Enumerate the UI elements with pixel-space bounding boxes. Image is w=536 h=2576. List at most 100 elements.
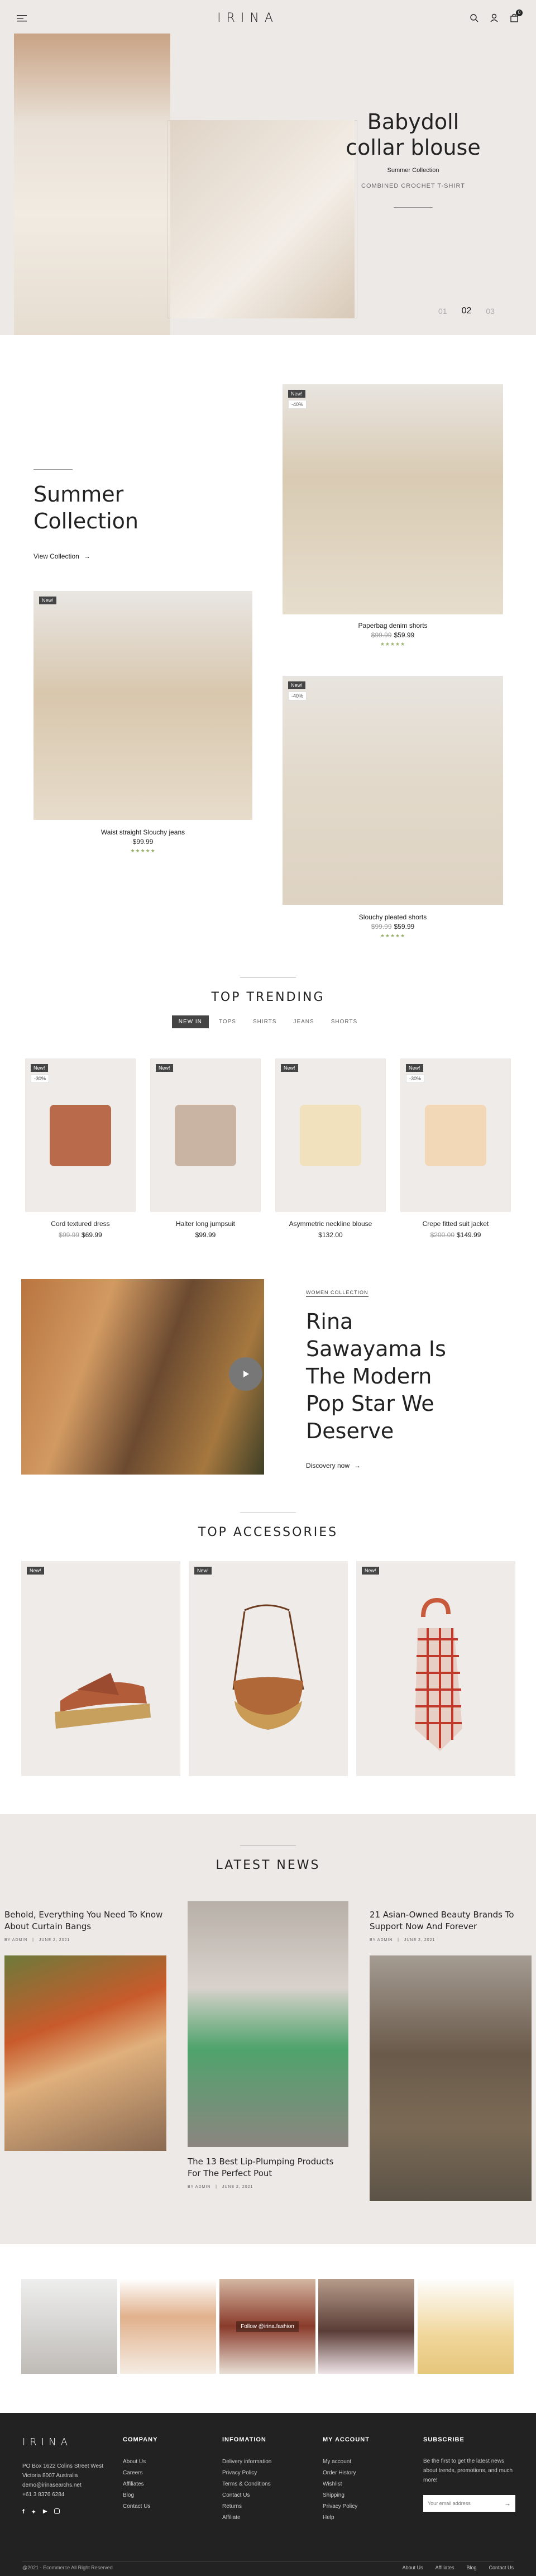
view-collection-link[interactable]: View Collection →: [34, 552, 138, 560]
play-button[interactable]: [229, 1357, 262, 1391]
arrow-right-icon: →: [354, 1462, 361, 1470]
news-post-title[interactable]: The 13 Best Lip-Plumping Products For Th…: [188, 2156, 348, 2179]
footer-bottom-link[interactable]: Blog: [466, 2565, 476, 2570]
footer-link[interactable]: Help: [323, 2512, 370, 2523]
footer-bottom-link[interactable]: Contact Us: [489, 2565, 514, 2570]
tab-tops[interactable]: TOPS: [212, 1015, 243, 1028]
footer-link[interactable]: Contact Us: [222, 2490, 271, 2501]
tab-shorts[interactable]: SHORTS: [324, 1015, 365, 1028]
accessory-card[interactable]: New!: [189, 1561, 348, 1776]
product-image[interactable]: New! -30%: [400, 1058, 511, 1212]
subscribe-email-input[interactable]: [428, 2501, 504, 2506]
arrow-right-icon: →: [83, 552, 90, 560]
footer-link[interactable]: Order History: [323, 2468, 370, 2479]
feature-title-line: The Modern: [306, 1364, 432, 1389]
feature-title-line: Sawayama Is: [306, 1337, 446, 1361]
pager-next[interactable]: 03: [486, 307, 495, 316]
product-image[interactable]: New! -30%: [25, 1058, 136, 1212]
news-post[interactable]: Behold, Everything You Need To Know Abou…: [4, 1909, 166, 2151]
footer-link[interactable]: My account: [323, 2456, 370, 2468]
youtube-icon[interactable]: ▶: [43, 2508, 47, 2516]
feature-title-line: Pop Star We: [306, 1391, 434, 1416]
product-image[interactable]: New!: [275, 1058, 386, 1212]
product-shape: [50, 1104, 111, 1166]
footer-link[interactable]: Contact Us: [123, 2501, 157, 2512]
footer-link[interactable]: Shipping: [323, 2490, 370, 2501]
footer-link[interactable]: Affiliates: [123, 2479, 157, 2490]
discovery-link[interactable]: Discovery now →: [306, 1462, 507, 1470]
product-title[interactable]: Slouchy pleated shorts: [283, 913, 503, 921]
news-post-title[interactable]: 21 Asian-Owned Beauty Brands To Support …: [370, 1909, 532, 1933]
discovery-link-label: Discovery now: [306, 1462, 350, 1470]
product-price: $99.99 $59.99: [283, 923, 503, 931]
footer-link[interactable]: Privacy Policy: [222, 2468, 271, 2479]
tab-jeans[interactable]: JEANS: [286, 1015, 320, 1028]
menu-icon[interactable]: [17, 13, 27, 23]
footer-link[interactable]: Careers: [123, 2468, 157, 2479]
product-title[interactable]: Crepe fitted suit jacket: [400, 1220, 511, 1228]
facebook-icon[interactable]: f: [22, 2508, 25, 2516]
product-shape: [175, 1104, 236, 1166]
product-card[interactable]: New! -30% Crepe fitted suit jacket $200.…: [400, 1058, 511, 1239]
accessory-card[interactable]: New!: [356, 1561, 515, 1776]
trending-tabs: NEW IN TOPS SHIRTS JEANS SHORTS: [0, 1015, 536, 1028]
footer-email[interactable]: demo@irinasearchs.net: [22, 2480, 117, 2490]
product-title[interactable]: Cord textured dress: [25, 1220, 136, 1228]
news-post-image[interactable]: [188, 1901, 348, 2147]
brand-logo[interactable]: IRINA: [217, 11, 279, 25]
footer-link[interactable]: Terms & Conditions: [222, 2479, 271, 2490]
accessories-title: TOP ACCESSORIES: [198, 1525, 338, 1539]
rating-stars: ★★★★★: [130, 848, 156, 853]
twitter-icon[interactable]: ✦: [31, 2508, 36, 2516]
footer-logo[interactable]: IRINA: [22, 2436, 117, 2448]
footer-heading: MY ACCOUNT: [323, 2436, 370, 2443]
summer-heading-line1: Summer: [34, 482, 124, 507]
footer-bottom-link[interactable]: Affiliates: [436, 2565, 454, 2570]
product-card-image[interactable]: New!: [34, 591, 252, 820]
news-post-title[interactable]: Behold, Everything You Need To Know Abou…: [4, 1909, 166, 1933]
instagram-photo[interactable]: [21, 2279, 117, 2374]
send-arrow-icon[interactable]: →: [504, 2499, 511, 2507]
footer-link[interactable]: About Us: [123, 2456, 157, 2468]
footer-bottom-link[interactable]: About Us: [403, 2565, 423, 2570]
accessory-card[interactable]: New!: [21, 1561, 180, 1776]
news-date: JUNE 2, 2021: [39, 1938, 70, 1942]
product-card-image[interactable]: New! -40%: [283, 676, 503, 905]
old-price: $99.99: [371, 631, 392, 639]
product-title[interactable]: Paperbag denim shorts: [283, 622, 503, 629]
discount-badge: -40%: [288, 691, 307, 700]
tab-shirts[interactable]: SHIRTS: [246, 1015, 284, 1028]
tab-new-in[interactable]: NEW IN: [171, 1015, 209, 1028]
product-card-image[interactable]: New! -40%: [283, 384, 503, 614]
product-card[interactable]: New! -30% Cord textured dress $99.99 $69.…: [25, 1058, 136, 1239]
footer-link[interactable]: Returns: [222, 2501, 271, 2512]
pager-prev[interactable]: 01: [438, 307, 447, 316]
news-post[interactable]: 21 Asian-Owned Beauty Brands To Support …: [370, 1909, 532, 2201]
search-icon[interactable]: [469, 13, 479, 23]
product-card[interactable]: New! Halter long jumpsuit $99.99: [150, 1058, 261, 1239]
instagram-photo[interactable]: [318, 2279, 414, 2374]
footer-link[interactable]: Privacy Policy: [323, 2501, 370, 2512]
footer-link[interactable]: Blog: [123, 2490, 157, 2501]
footer-link[interactable]: Delivery information: [222, 2456, 271, 2468]
product-image[interactable]: New!: [150, 1058, 261, 1212]
news-post-image[interactable]: [4, 1955, 166, 2151]
user-icon[interactable]: [489, 13, 499, 23]
footer-link[interactable]: Affiliate: [222, 2512, 271, 2523]
instagram-photo[interactable]: Follow @irina.fashion: [219, 2279, 315, 2374]
product-title[interactable]: Halter long jumpsuit: [150, 1220, 261, 1228]
footer-link[interactable]: Wishlist: [323, 2479, 370, 2490]
bag-icon[interactable]: 0: [509, 9, 523, 23]
feature-title-line: Deserve: [306, 1419, 394, 1443]
footer-phone[interactable]: +61 3 8376 6284: [22, 2490, 117, 2499]
news-post[interactable]: The 13 Best Lip-Plumping Products For Th…: [188, 1901, 348, 2189]
new-badge: New!: [406, 1064, 423, 1072]
product-title[interactable]: Asymmetric neckline blouse: [275, 1220, 386, 1228]
instagram-photo[interactable]: [418, 2279, 514, 2374]
news-post-image[interactable]: [370, 1955, 532, 2201]
instagram-icon[interactable]: [54, 2508, 60, 2514]
instagram-follow-label[interactable]: Follow @irina.fashion: [236, 2321, 299, 2332]
product-card[interactable]: New! Asymmetric neckline blouse $132.00: [275, 1058, 386, 1239]
product-title[interactable]: Waist straight Slouchy jeans: [34, 828, 252, 836]
instagram-photo[interactable]: [120, 2279, 216, 2374]
